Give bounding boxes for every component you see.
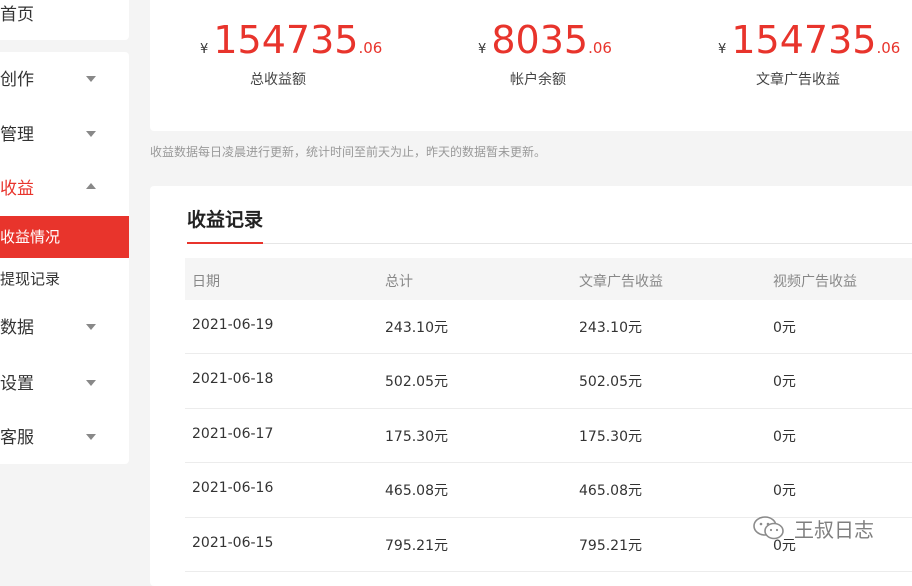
stat-label: 帐户余额: [510, 72, 566, 88]
cell-date: 2021-06-18: [192, 371, 274, 388]
sidebar-item-data[interactable]: 数据: [0, 302, 129, 352]
stat-value: ¥ 154735.06: [200, 18, 382, 62]
earnings-summary-card: ¥ 154735.06 总收益额 ¥ 8035.06 帐户余额 ¥ 154735…: [150, 0, 912, 131]
chevron-up-icon: [86, 183, 96, 189]
stat-integer: 154735: [213, 18, 359, 62]
sidebar-item-label: 客服: [0, 428, 34, 448]
stat-value: ¥ 154735.06: [718, 18, 900, 62]
currency-symbol: ¥: [200, 42, 209, 57]
sidebar-subitem-label: 提现记录: [0, 270, 61, 288]
column-header-date: 日期: [192, 274, 220, 290]
cell-article-ad: 175.30元: [579, 428, 642, 445]
chevron-down-icon: [86, 76, 96, 82]
cell-video-ad: 0元: [773, 374, 796, 391]
cell-article-ad: 465.08元: [579, 483, 642, 500]
stat-integer: 154735: [731, 18, 877, 62]
chevron-down-icon: [86, 131, 96, 137]
table-row: 2021-06-18 502.05元 502.05元 0元: [185, 354, 912, 409]
cell-total: 465.08元: [385, 483, 448, 500]
sidebar-item-create[interactable]: 创作: [0, 54, 129, 104]
chevron-down-icon: [86, 434, 96, 440]
currency-symbol: ¥: [478, 42, 487, 57]
cell-total: 795.21元: [385, 537, 448, 554]
chevron-down-icon: [86, 324, 96, 330]
currency-symbol: ¥: [718, 42, 727, 57]
sidebar-subitem-earnings-overview[interactable]: 收益情况: [0, 216, 129, 258]
sidebar-item-label: 设置: [0, 374, 34, 394]
stat-value: ¥ 8035.06: [478, 18, 612, 62]
sidebar-item-earnings[interactable]: 收益: [0, 163, 129, 213]
column-header-article-ad: 文章广告收益: [579, 274, 663, 290]
column-header-total: 总计: [385, 274, 413, 290]
watermark-text: 王叔日志: [794, 518, 874, 542]
cell-date: 2021-06-19: [192, 317, 274, 333]
cell-video-ad: 0元: [773, 320, 796, 336]
cell-date: 2021-06-16: [192, 480, 274, 497]
chevron-down-icon: [86, 380, 96, 386]
cell-article-ad: 502.05元: [579, 374, 642, 391]
table-row: 2021-06-19 243.10元 243.10元 0元: [185, 300, 912, 355]
table-header: 日期 总计 文章广告收益 视频广告收益: [185, 258, 912, 300]
stat-integer: 8035: [491, 18, 589, 62]
cell-date: 2021-06-15: [192, 534, 274, 551]
cell-article-ad: 795.21元: [579, 537, 642, 554]
stat-label: 总收益额: [250, 72, 306, 88]
sidebar-home-card: 首页: [0, 0, 129, 40]
title-underline: [187, 242, 263, 244]
stat-article-ad-earnings: ¥ 154735.06 文章广告收益: [710, 0, 912, 131]
stat-account-balance: ¥ 8035.06 帐户余额: [470, 0, 690, 131]
cell-date: 2021-06-17: [192, 425, 274, 442]
stat-decimal: .06: [588, 39, 612, 57]
stat-decimal: .06: [358, 39, 383, 57]
cell-total: 175.30元: [385, 428, 448, 445]
table-row: 2021-06-16 465.08元 465.08元 0元: [185, 463, 912, 518]
sidebar-item-label: 数据: [0, 318, 34, 338]
sidebar-item-label: 首页: [0, 5, 34, 25]
sidebar-item-settings[interactable]: 设置: [0, 358, 129, 408]
sidebar-subitem-label: 收益情况: [0, 228, 61, 246]
cell-article-ad: 243.10元: [579, 320, 642, 336]
stat-decimal: .06: [876, 39, 901, 57]
records-title: 收益记录: [187, 209, 264, 231]
cell-video-ad: 0元: [773, 483, 796, 500]
cell-video-ad: 0元: [773, 428, 796, 445]
sidebar-item-label: 创作: [0, 70, 34, 90]
sidebar-item-home[interactable]: 首页: [0, 0, 129, 48]
sidebar-subitem-withdraw-records[interactable]: 提现记录: [0, 258, 129, 300]
stat-total-earnings: ¥ 154735.06 总收益额: [190, 0, 410, 131]
cell-total: 502.05元: [385, 374, 448, 391]
stat-label: 文章广告收益: [756, 72, 840, 88]
sidebar-item-manage[interactable]: 管理: [0, 109, 129, 159]
sidebar-item-label: 管理: [0, 125, 34, 145]
sidebar: 创作 管理 收益 收益情况 提现记录 数据 设置 客服: [0, 52, 129, 464]
table-row: 2021-06-17 175.30元 175.30元 0元: [185, 409, 912, 464]
title-divider: [187, 243, 912, 244]
sidebar-item-label: 收益: [0, 179, 34, 199]
cell-total: 243.10元: [385, 320, 448, 336]
sidebar-item-support[interactable]: 客服: [0, 412, 129, 462]
wechat-icon: [753, 516, 784, 540]
column-header-video-ad: 视频广告收益: [773, 274, 857, 290]
update-notice: 收益数据每日凌晨进行更新，统计时间至前天为止，昨天的数据暂未更新。: [150, 145, 547, 159]
